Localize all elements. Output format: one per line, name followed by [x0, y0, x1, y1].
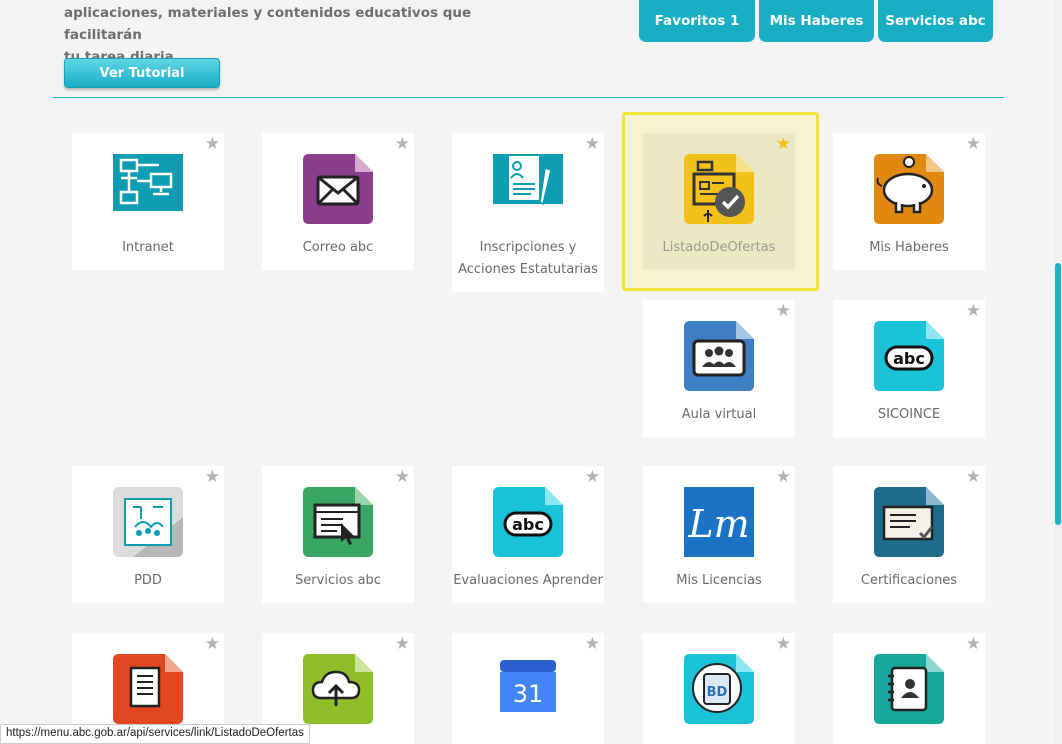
app-label: Intranet	[122, 240, 174, 255]
favorite-star-icon[interactable]: ★	[776, 635, 791, 653]
scrollbar-thumb[interactable]	[1055, 263, 1061, 525]
app-label: Evaluaciones Aprender	[453, 573, 603, 588]
cloud-upload-icon	[303, 654, 373, 724]
app-tile-digital[interactable]: ★ BD	[643, 633, 795, 744]
mail-icon	[303, 154, 373, 224]
browser-cursor-icon	[303, 487, 373, 557]
favorite-star-icon[interactable]: ★	[585, 468, 600, 486]
app-tile-aula-virtual[interactable]: ★ Aula virtual	[643, 300, 795, 437]
svg-text:abc: abc	[893, 349, 925, 368]
app-tile-correo-abc[interactable]: ★ Correo abc	[262, 133, 414, 270]
app-tile-intranet[interactable]: ★ Intranet	[72, 133, 224, 270]
tab-favoritos[interactable]: Favoritos 1	[639, 0, 755, 42]
app-tile-listado-de-ofertas[interactable]: ★ ListadoDeOfertas	[643, 133, 795, 269]
network-icon	[113, 154, 183, 211]
app-label: PDD	[134, 573, 162, 588]
digital-bd-icon: BD	[684, 654, 754, 724]
app-tile-contacts[interactable]: ★	[833, 633, 985, 744]
status-url-bar: https://menu.abc.gob.ar/api/services/lin…	[0, 724, 310, 744]
favorite-star-icon[interactable]: ★	[585, 635, 600, 653]
favorite-star-icon[interactable]: ★	[205, 135, 220, 153]
svg-text:BD: BD	[707, 685, 728, 700]
app-tile-inscripciones[interactable]: ★ Inscripciones y Acciones Estatutarias	[452, 133, 604, 292]
app-label: Mis Haberes	[869, 240, 949, 255]
lm-logo-icon: Lm	[684, 487, 754, 557]
school-building-icon	[113, 487, 183, 557]
favorite-star-icon[interactable]: ★	[776, 135, 791, 153]
app-tile-calendar[interactable]: ★ 31	[452, 633, 604, 744]
certificate-icon	[874, 487, 944, 557]
app-label: Inscripciones y Acciones Estatutarias	[458, 240, 598, 277]
app-label: Mis Licencias	[676, 573, 762, 588]
favorite-star-icon[interactable]: ★	[776, 302, 791, 320]
form-icon	[493, 154, 563, 206]
favorite-star-icon[interactable]: ★	[966, 302, 981, 320]
tab-mis-haberes[interactable]: Mis Haberes	[759, 0, 874, 42]
calendar-icon: 31	[500, 660, 556, 718]
svg-text:abc: abc	[512, 515, 544, 534]
favorite-star-icon[interactable]: ★	[395, 135, 410, 153]
app-tile-certificaciones[interactable]: ★ Certificaciones	[833, 466, 985, 603]
app-tile-servicios-abc[interactable]: ★ Servicios abc	[262, 466, 414, 603]
id-card-check-icon	[684, 154, 754, 224]
app-label: ListadoDeOfertas	[662, 240, 776, 255]
intro-line-1: aplicaciones, materiales y contenidos ed…	[64, 5, 472, 43]
ver-tutorial-button[interactable]: Ver Tutorial	[64, 58, 220, 88]
app-tile-mis-licencias[interactable]: ★ Lm Mis Licencias	[643, 466, 795, 603]
app-tile-pdd[interactable]: ★ PDD	[72, 466, 224, 603]
favorite-star-icon[interactable]: ★	[585, 135, 600, 153]
favorite-star-icon[interactable]: ★	[395, 468, 410, 486]
abc-logo-icon: abc	[874, 321, 944, 391]
favorite-star-icon[interactable]: ★	[395, 635, 410, 653]
favorite-star-icon[interactable]: ★	[776, 468, 791, 486]
favorite-star-icon[interactable]: ★	[205, 468, 220, 486]
app-label: Aula virtual	[681, 407, 757, 422]
favorite-star-icon[interactable]: ★	[966, 635, 981, 653]
app-tile-evaluaciones-aprender[interactable]: ★ abc Evaluaciones Aprender	[452, 466, 604, 603]
app-label: Servicios abc	[295, 573, 381, 588]
documents-icon	[113, 654, 183, 724]
app-tile-mis-haberes[interactable]: ★ Mis Haberes	[833, 133, 985, 270]
favorite-star-icon[interactable]: ★	[966, 135, 981, 153]
favorite-star-icon[interactable]: ★	[966, 468, 981, 486]
top-tabs: Favoritos 1 Mis Haberes Servicios abc	[639, 0, 993, 42]
piggy-bank-icon	[874, 154, 944, 224]
page-scrollbar[interactable]	[1054, 0, 1062, 744]
app-label: SICOINCE	[877, 407, 941, 422]
abc-logo-icon: abc	[493, 487, 563, 557]
tab-servicios-abc[interactable]: Servicios abc	[878, 0, 993, 42]
svg-text:Lm: Lm	[687, 502, 749, 546]
header-divider	[53, 97, 1004, 98]
app-tile-sicoince[interactable]: ★ abc SICOINCE	[833, 300, 985, 437]
app-label: Certificaciones	[860, 573, 958, 588]
contact-book-icon	[874, 654, 944, 724]
calendar-day: 31	[513, 680, 544, 708]
favorite-star-icon[interactable]: ★	[205, 635, 220, 653]
classroom-icon	[684, 321, 754, 391]
app-label: Correo abc	[302, 240, 374, 255]
